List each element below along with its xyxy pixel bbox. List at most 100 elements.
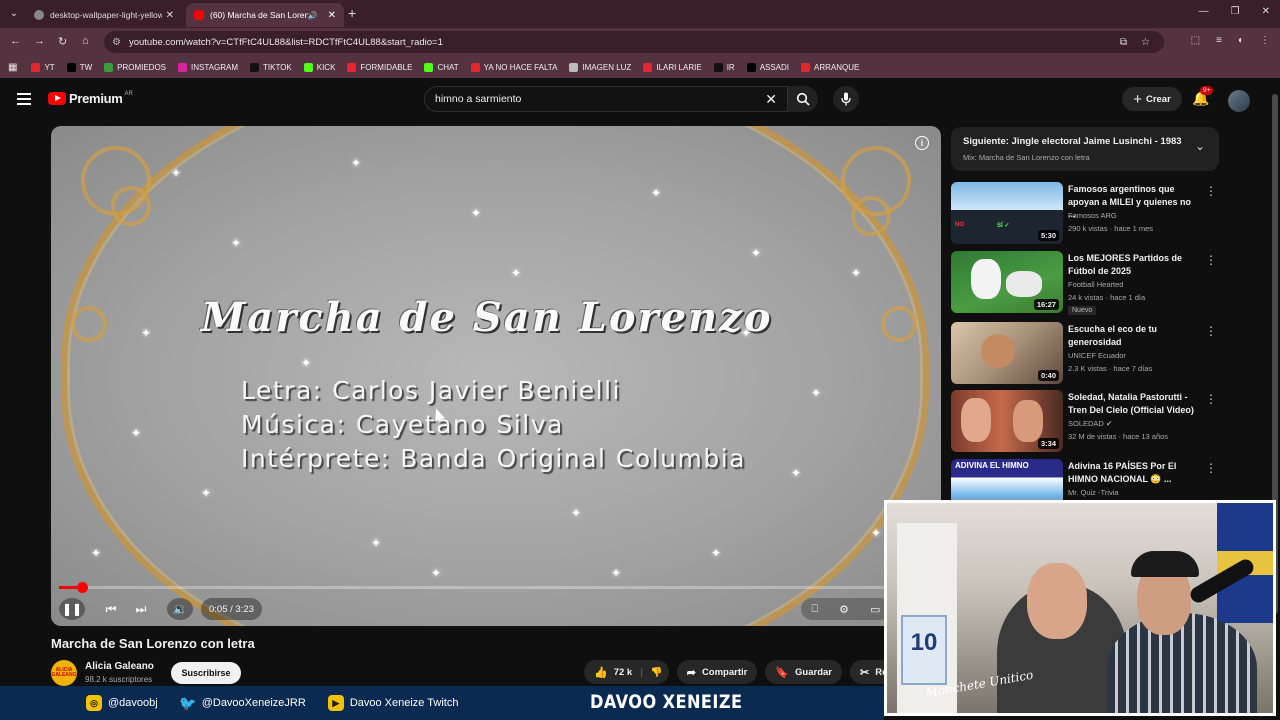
more-options-icon[interactable]: ⋮ [1205,253,1217,267]
subscribe-button[interactable]: Suscribirse [171,662,241,684]
extensions-icon[interactable]: ⬚ [1191,35,1200,46]
reload-icon[interactable]: ↻ [58,35,67,48]
tab-youtube[interactable]: (60) Marcha de San Lorenzo 🔊 ✕ [186,3,344,27]
voice-search-button[interactable] [833,86,859,112]
share-button[interactable]: ➦ Compartir [676,660,758,684]
thumbs-up-icon[interactable]: 👍 [594,666,608,679]
address-bar[interactable]: ⚙ youtube.com/watch?v=CTfFtC4UL88&list=R… [104,31,1164,53]
bookmark-item[interactable]: FORMIDABLE [347,62,412,72]
miniplayer-icon[interactable]: ▭ [870,603,880,616]
recommended-channel[interactable]: UNICEF Ecuador [1068,351,1126,360]
notifications-button[interactable]: 🔔 9+ [1192,86,1214,107]
recommended-video[interactable]: 0:40 Escucha el eco de tu generosidad UN… [951,322,1219,384]
install-icon[interactable]: ⧉ [1120,37,1127,48]
new-tab-button[interactable]: + [348,5,356,21]
more-options-icon[interactable]: ⋮ [1205,461,1217,475]
next-button[interactable]: ⏭ [131,598,151,620]
chevron-down-icon[interactable]: ⌄ [1195,139,1205,153]
close-tab-icon[interactable]: ✕ [166,10,174,21]
video-thumbnail[interactable]: 3:34 [951,390,1063,452]
bookmark-item[interactable]: YT [31,62,55,72]
restore-icon[interactable]: ❐ [1231,6,1240,17]
recommended-channel[interactable]: Football Hearted [1068,280,1123,289]
channel-name[interactable]: Alicia Galeano [85,661,154,672]
bookmark-item[interactable]: ARRANQUE [801,62,859,72]
url-text[interactable]: youtube.com/watch?v=CTfFtC4UL88&list=RDC… [129,37,1120,48]
settings-icon[interactable]: ⚙ [839,603,849,616]
video-thumbnail[interactable]: 0:40 [951,322,1063,384]
recommended-title[interactable]: Escucha el eco de tu generosidad [1068,323,1200,348]
media-icon[interactable]: ≡ [1216,35,1222,46]
tab-search-icon[interactable]: ⌄ [6,5,22,21]
star-icon[interactable]: ☆ [1141,37,1150,48]
bookmark-item[interactable]: YA NO HACE FALTA [470,62,557,72]
pause-button[interactable]: ❚❚ [59,598,85,620]
clear-search-icon[interactable]: ✕ [765,91,777,108]
recommended-title[interactable]: Soledad, Natalia Pastorutti - Tren Del C… [1068,391,1200,416]
speaker-icon[interactable]: 🔊 [308,11,318,20]
menu-icon[interactable]: ⋮ [1260,35,1270,46]
more-options-icon[interactable]: ⋮ [1205,184,1217,198]
volume-button[interactable]: 🔉 [167,598,193,620]
search-button[interactable] [788,86,818,112]
tab-wallpaper[interactable]: desktop-wallpaper-light-yellow ✕ [26,3,182,27]
sparkle-icon: ✦ [351,156,362,170]
profile-icon[interactable]: ◐ [1238,35,1244,46]
share-label: Compartir [701,666,748,678]
previous-button[interactable]: ⏮ [101,598,121,620]
close-tab-icon[interactable]: ✕ [328,10,336,21]
youtube-logo[interactable]: Premium AR [48,91,133,106]
progress-scrubber[interactable] [76,582,88,593]
hamburger-menu-icon[interactable] [17,93,31,105]
video-credit-line: Letra: Carlos Javier Benielli [241,376,621,405]
home-icon[interactable]: ⌂ [82,35,89,47]
bookmark-item[interactable]: INSTAGRAM [178,62,238,72]
bookmark-item[interactable]: ASSADI [746,62,789,72]
channel-avatar[interactable]: ALICIA GALEANO [51,660,77,686]
bookmark-item[interactable]: KICK [303,62,335,72]
recommended-video[interactable]: NO SÍ ✓ 5:30 Famosos argentinos que apoy… [951,182,1219,244]
bookmark-favicon-icon [250,62,259,72]
subtitles-icon[interactable]: ⎕ [812,603,819,616]
back-icon[interactable]: ← [10,35,21,47]
bookmark-item[interactable]: CHAT [424,62,459,72]
bookmark-item[interactable]: TW [66,62,92,72]
video-player[interactable]: ✦ ✦ ✦ ✦ ✦ ✦ ✦ ✦ ✦ ✦ ✦ ✦ ✦ ✦ ✦ ✦ ✦ ✦ ✦ ✦ ✦ ✦ Marcha de San Lor… [51,126,941,626]
search-input[interactable]: himno a sarmiento ✕ [424,86,788,112]
bookmark-item[interactable]: ILARI LARIE [643,62,702,72]
save-button[interactable]: 🔖 Guardar [765,660,843,684]
recommended-channel[interactable]: Famosos ARG [1068,211,1117,220]
recommended-title[interactable]: Los MEJORES Partidos de Fútbol de 2025 [1068,252,1200,277]
video-thumbnail[interactable]: 16:27 [951,251,1063,313]
recommended-channel[interactable]: Mr. Quiz -Trivia [1068,488,1119,497]
account-avatar[interactable] [1228,90,1250,112]
create-button[interactable]: + Crear [1122,87,1182,111]
bookmark-item[interactable]: IMAGEN LUZ [569,62,631,72]
more-options-icon[interactable]: ⋮ [1205,324,1217,338]
bookmark-item[interactable]: PROMIEDOS [104,62,166,72]
site-info-icon[interactable]: ⚙ [112,37,121,48]
info-icon[interactable]: i [915,136,929,150]
recommended-video[interactable]: 16:27 Los MEJORES Partidos de Fútbol de … [951,251,1219,315]
apps-icon[interactable]: ▦ [8,62,17,73]
minimize-icon[interactable]: — [1199,6,1209,17]
bookmark-item[interactable]: TIKTOK [250,62,292,72]
sparkle-icon: ✦ [851,266,862,280]
recommended-title[interactable]: Adivina 16 PAÍSES Por El HIMNO NACIONAL … [1068,460,1200,485]
thumbnail-vote-no: NO [955,222,964,228]
browser-tabstrip: ⌄ desktop-wallpaper-light-yellow ✕ (60) … [0,0,1280,28]
sparkle-icon: ✦ [571,506,582,520]
like-count[interactable]: 72 k [614,667,633,678]
recommended-video[interactable]: 3:34 Soledad, Natalia Pastorutti - Tren … [951,390,1219,452]
progress-bar[interactable] [59,582,933,593]
forward-icon[interactable]: → [34,35,45,47]
video-thumbnail[interactable]: NO SÍ ✓ 5:30 [951,182,1063,244]
recommended-channel[interactable]: SOLEDAD ✔ [1068,419,1112,428]
thumbs-down-icon[interactable]: 👎 [651,667,663,678]
up-next-panel[interactable]: Siguiente: Jingle electoral Jaime Lusinc… [951,127,1219,171]
close-window-icon[interactable]: ✕ [1262,6,1270,17]
bookmark-item[interactable]: IR [713,62,735,72]
more-options-icon[interactable]: ⋮ [1205,392,1217,406]
search-value[interactable]: himno a sarmiento [435,93,521,105]
up-next-subtitle: Mix: Marcha de San Lorenzo con letra [963,153,1090,162]
